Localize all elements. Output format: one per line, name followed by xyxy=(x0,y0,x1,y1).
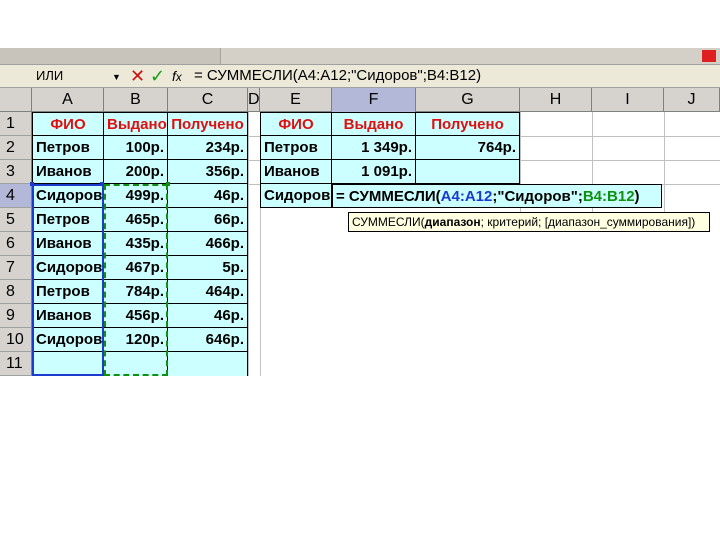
cell-editor[interactable]: = СУММЕСЛИ(A4:A12;"Сидоров";B4:B12) xyxy=(332,184,662,208)
row-header-10[interactable]: 10 xyxy=(0,328,32,352)
t1-header-fio[interactable]: ФИО xyxy=(32,112,104,136)
toolbar-segment xyxy=(120,48,221,64)
t2-header-fio[interactable]: ФИО xyxy=(260,112,332,136)
row-header-2[interactable]: 2 xyxy=(0,136,32,160)
range-handle[interactable] xyxy=(100,182,104,186)
tooltip-rest[interactable]: ; критерий; [диапазон_суммирования]) xyxy=(481,215,696,229)
t1-cell[interactable]: 464р. xyxy=(168,280,248,304)
name-box[interactable]: ИЛИ ▼ xyxy=(4,67,122,85)
t2-cell[interactable]: 1 349р. xyxy=(332,136,416,160)
t1-cell[interactable]: 356р. xyxy=(168,160,248,184)
t1-cell[interactable]: Петров xyxy=(32,136,104,160)
formula-bar: ИЛИ ▼ ✕ ✓ fx = СУММЕСЛИ(A4:A12;"Сидоров"… xyxy=(0,64,720,88)
t2-header-issued[interactable]: Выдано xyxy=(332,112,416,136)
t1-cell[interactable]: 5р. xyxy=(168,256,248,280)
tooltip-arg-range[interactable]: диапазон xyxy=(425,215,481,229)
column-header-f[interactable]: F xyxy=(332,88,416,112)
t1-cell[interactable]: 46р. xyxy=(168,304,248,328)
t2-header-received[interactable]: Получено xyxy=(416,112,520,136)
t2-cell[interactable]: Сидоров xyxy=(260,184,332,208)
column-header-i[interactable]: I xyxy=(592,88,664,112)
column-header-e[interactable]: E xyxy=(260,88,332,112)
t1-cell[interactable]: 100р. xyxy=(104,136,168,160)
edit-criteria: ;"Сидоров"; xyxy=(492,188,583,205)
row-header-1[interactable]: 1 xyxy=(0,112,32,136)
t1-cell[interactable]: 466р. xyxy=(168,232,248,256)
toolbar-strip xyxy=(0,48,720,64)
t1-cell[interactable]: Иванов xyxy=(32,160,104,184)
t1-cell[interactable]: 646р. xyxy=(168,328,248,352)
edit-suffix: ) xyxy=(634,188,640,205)
row-header-4[interactable]: 4 xyxy=(0,184,32,208)
edit-range-1[interactable]: A4:A12 xyxy=(441,188,493,205)
edit-range-2[interactable]: B4:B12 xyxy=(583,188,635,205)
column-header-a[interactable]: A xyxy=(32,88,104,112)
function-tooltip[interactable]: СУММЕСЛИ(диапазон; критерий; [диапазон_с… xyxy=(348,212,710,232)
gridline xyxy=(248,112,249,376)
row-header-7[interactable]: 7 xyxy=(0,256,32,280)
t1-cell[interactable]: 200р. xyxy=(104,160,168,184)
toolbar-segment xyxy=(0,48,121,64)
column-header-c[interactable]: C xyxy=(168,88,248,112)
x-icon[interactable]: ✕ xyxy=(130,66,145,86)
column-header-b[interactable]: B xyxy=(104,88,168,112)
column-header-row: A B C D E F G H I J xyxy=(0,88,720,112)
formula-input[interactable]: = СУММЕСЛИ(A4:A12;"Сидоров";B4:B12) xyxy=(194,67,481,85)
gridline xyxy=(664,112,665,212)
range-highlight-b xyxy=(104,184,168,376)
row-header-8[interactable]: 8 xyxy=(0,280,32,304)
row-header-6[interactable]: 6 xyxy=(0,232,32,256)
column-header-d[interactable]: D xyxy=(248,88,260,112)
t1-cell[interactable]: 234р. xyxy=(168,136,248,160)
row-header-3[interactable]: 3 xyxy=(0,160,32,184)
row-header-5[interactable]: 5 xyxy=(0,208,32,232)
t2-cell[interactable] xyxy=(416,160,520,184)
t2-cell[interactable]: Иванов xyxy=(260,160,332,184)
row-header-11[interactable]: 11 xyxy=(0,352,32,376)
chevron-down-icon[interactable]: ▼ xyxy=(112,68,121,86)
t1-header-received[interactable]: Получено xyxy=(168,112,248,136)
column-header-j[interactable]: J xyxy=(664,88,720,112)
name-box-value: ИЛИ xyxy=(36,68,64,83)
range-handle[interactable] xyxy=(166,182,170,186)
t1-cell[interactable]: 66р. xyxy=(168,208,248,232)
t2-cell[interactable]: 1 091р. xyxy=(332,160,416,184)
range-highlight-a xyxy=(32,184,104,376)
edit-prefix: = СУММЕСЛИ( xyxy=(336,188,441,205)
t2-cell[interactable]: 764р. xyxy=(416,136,520,160)
fx-icon[interactable]: fx xyxy=(172,66,182,88)
t1-cell-empty[interactable] xyxy=(168,352,248,376)
t1-cell[interactable]: 46р. xyxy=(168,184,248,208)
close-icon[interactable] xyxy=(702,50,716,62)
select-all-corner[interactable] xyxy=(0,88,32,112)
check-icon[interactable]: ✓ xyxy=(150,66,165,86)
row-header-9[interactable]: 9 xyxy=(0,304,32,328)
column-header-h[interactable]: H xyxy=(520,88,592,112)
range-handle[interactable] xyxy=(30,182,34,186)
t1-header-issued[interactable]: Выдано xyxy=(104,112,168,136)
t2-cell[interactable]: Петров xyxy=(260,136,332,160)
tooltip-fn[interactable]: СУММЕСЛИ( xyxy=(352,215,425,229)
column-header-g[interactable]: G xyxy=(416,88,520,112)
